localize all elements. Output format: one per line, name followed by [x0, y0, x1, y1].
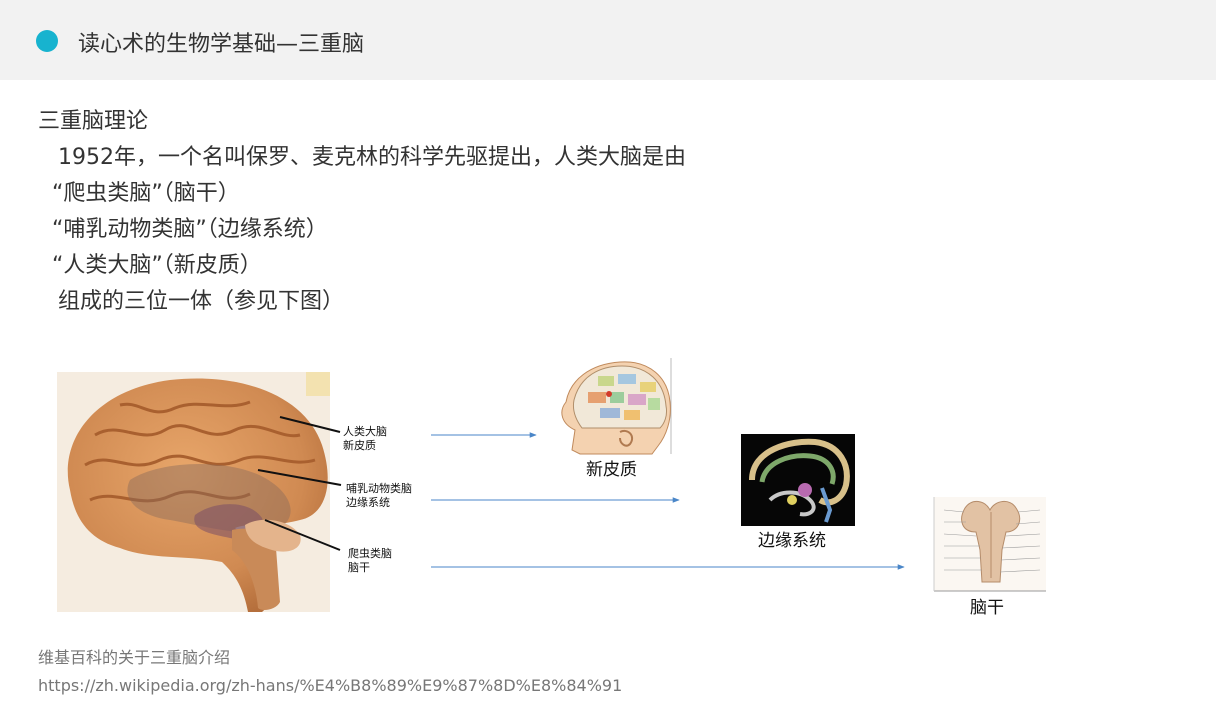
- header-bar: 读心术的生物学基础—三重脑: [0, 0, 1216, 80]
- label-reptilian-brain: 爬虫类脑 脑干: [348, 547, 392, 574]
- source-url[interactable]: https://zh.wikipedia.org/zh-hans/%E4%B8%…: [38, 672, 622, 700]
- caption-limbic-system: 边缘系统: [758, 531, 826, 551]
- page-title: 读心术的生物学基础—三重脑: [78, 32, 365, 57]
- neocortex-head-image: [558, 358, 672, 455]
- brainstem-image: [933, 497, 1046, 592]
- caption-neocortex: 新皮质: [586, 460, 637, 480]
- figure-graphics: [57, 358, 1046, 612]
- triune-brain-figure: 人类大脑 新皮质 哺乳动物类脑 边缘系统 爬虫类脑 脑干 新皮质 边缘系统 脑干: [0, 350, 1216, 620]
- brain-illustration: [57, 372, 330, 612]
- source-title: 维基百科的关于三重脑介绍: [38, 648, 231, 667]
- section-heading: 三重脑理论: [38, 109, 149, 134]
- conclusion-line: 组成的三位一体（参见下图）: [58, 289, 345, 314]
- mammalian-line: “哺乳动物类脑”（边缘系统）: [52, 217, 328, 242]
- theory-text: 三重脑理论 1952年，一个名叫保罗、麦克林的科学先驱提出，人类大脑是由 “爬虫…: [38, 104, 686, 320]
- limbic-system-image: [741, 434, 855, 526]
- source-block: 维基百科的关于三重脑介绍 https://zh.wikipedia.org/zh…: [38, 644, 622, 700]
- intro-line: 1952年，一个名叫保罗、麦克林的科学先驱提出，人类大脑是由: [58, 145, 686, 170]
- label-human-brain: 人类大脑 新皮质: [343, 425, 387, 452]
- reptilian-line: “爬虫类脑”（脑干）: [52, 181, 240, 206]
- caption-brainstem: 脑干: [970, 598, 1004, 618]
- label-mammalian-brain: 哺乳动物类脑 边缘系统: [346, 482, 412, 509]
- bullet-dot-icon: [36, 30, 58, 52]
- human-line: “人类大脑”（新皮质）: [52, 253, 262, 278]
